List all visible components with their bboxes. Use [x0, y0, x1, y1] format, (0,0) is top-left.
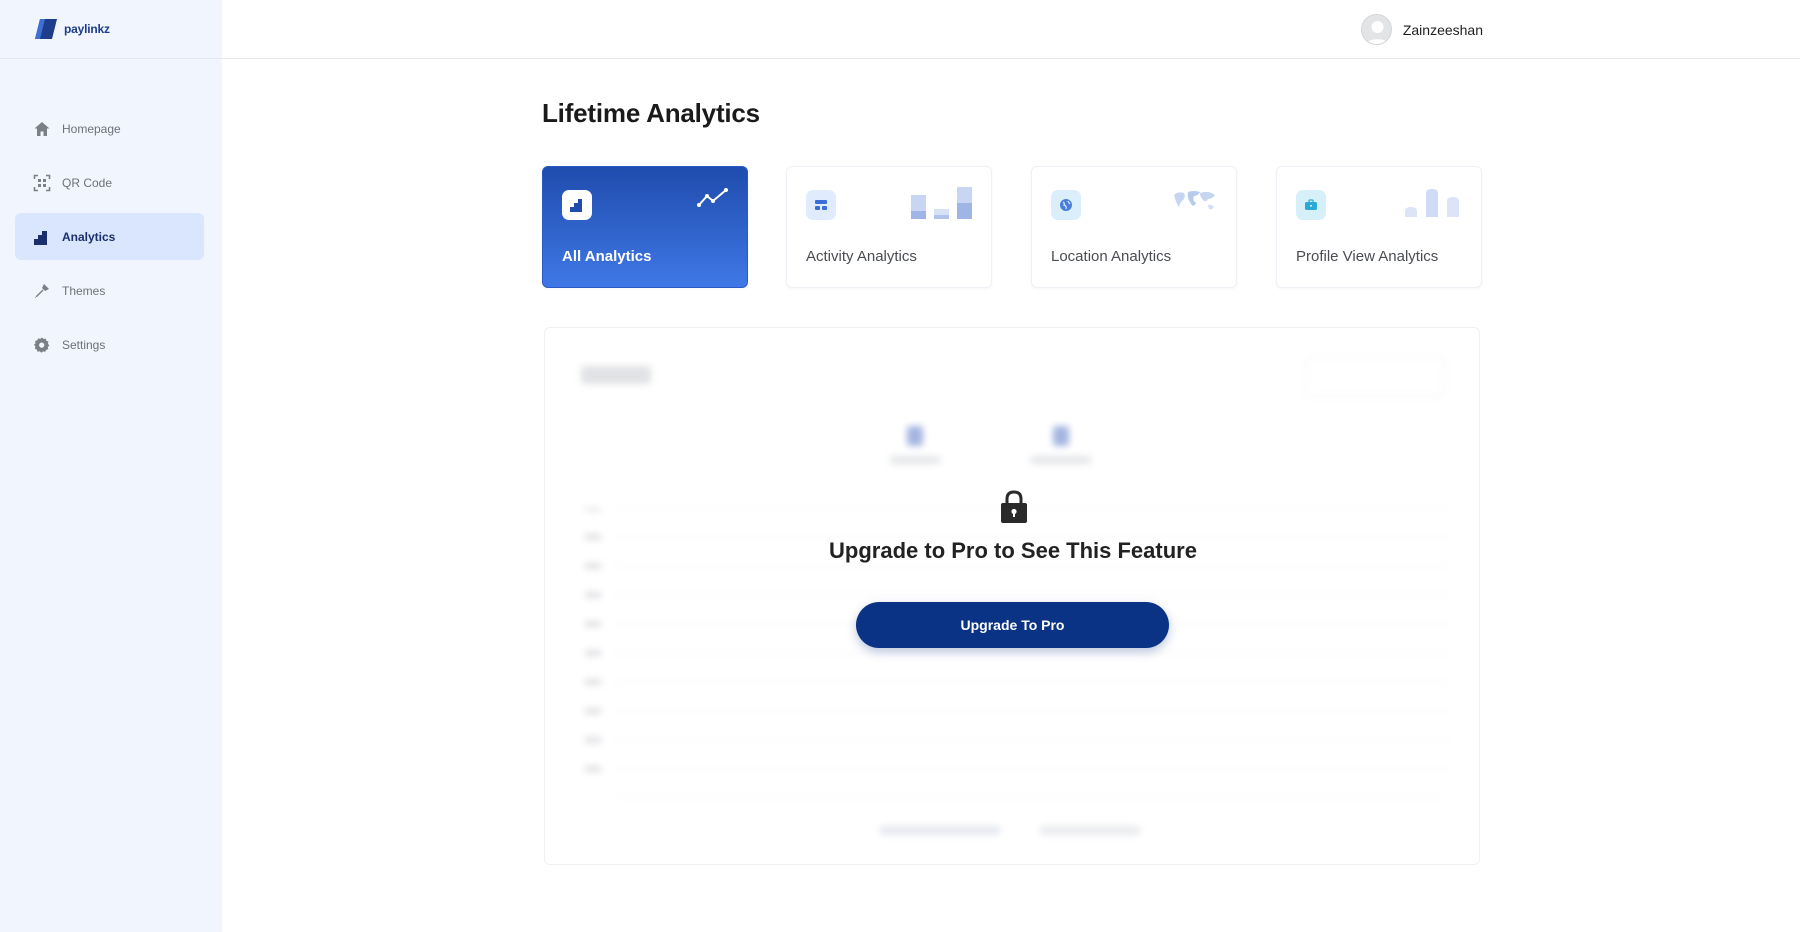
brand[interactable]: paylinkz: [0, 0, 222, 59]
sidebar-item-homepage[interactable]: Homepage: [15, 105, 204, 152]
sidebar: paylinkz Homepage QR Code Analytics Them…: [0, 0, 222, 932]
sidebar-nav: Homepage QR Code Analytics Themes Settin…: [0, 105, 222, 368]
locked-activity-panel: Upgrade to Pro to See This Feature Upgra…: [544, 327, 1480, 865]
sidebar-item-themes[interactable]: Themes: [15, 267, 204, 314]
sidebar-item-label: Themes: [62, 283, 106, 298]
world-map-icon: [1174, 191, 1215, 210]
gear-icon: [33, 336, 51, 354]
chart-steps-icon: [562, 190, 592, 220]
trend-line-icon: [697, 188, 728, 207]
analytics-icon: [33, 228, 51, 246]
briefcase-icon: [1296, 190, 1326, 220]
sidebar-item-label: Settings: [62, 337, 106, 352]
upgrade-to-pro-button[interactable]: Upgrade To Pro: [856, 602, 1169, 648]
card-location-analytics[interactable]: Location Analytics: [1031, 166, 1237, 288]
analytics-cards: All Analytics Activity Analytics Locatio…: [542, 166, 1483, 288]
card-label: All Analytics: [562, 248, 652, 265]
globe-icon: [1051, 190, 1081, 220]
column-chart-icon: [1405, 189, 1459, 217]
paint-brush-icon: [33, 282, 51, 300]
page-title: Lifetime Analytics: [542, 98, 760, 128]
sidebar-item-label: Analytics: [62, 229, 116, 244]
card-activity-analytics[interactable]: Activity Analytics: [786, 166, 992, 288]
card-all-analytics[interactable]: All Analytics: [542, 166, 748, 288]
upgrade-message: Upgrade to Pro to See This Feature: [829, 538, 1197, 563]
card-label: Profile View Analytics: [1296, 248, 1439, 265]
dashboard-icon: [806, 190, 836, 220]
home-icon: [33, 120, 51, 138]
card-label: Location Analytics: [1051, 248, 1172, 265]
qr-code-icon: [33, 174, 51, 192]
paylinkz-logo-icon: [35, 19, 57, 39]
upgrade-overlay: Upgrade to Pro to See This Feature Upgra…: [545, 328, 1479, 864]
brand-name: paylinkz: [64, 22, 110, 36]
top-bar: Zainzeeshan: [222, 0, 1800, 59]
lock-icon: [1001, 490, 1027, 523]
sidebar-item-qr-code[interactable]: QR Code: [15, 159, 204, 206]
sidebar-item-settings[interactable]: Settings: [15, 321, 204, 368]
card-label: Activity Analytics: [806, 248, 917, 265]
card-profile-view-analytics[interactable]: Profile View Analytics: [1276, 166, 1482, 288]
user-avatar-icon: [1360, 14, 1392, 45]
user-menu[interactable]: Zainzeeshan: [1360, 14, 1483, 45]
bar-chart-icon: [911, 187, 972, 219]
username: Zainzeeshan: [1402, 21, 1483, 38]
sidebar-item-label: QR Code: [62, 175, 113, 190]
sidebar-item-analytics[interactable]: Analytics: [15, 213, 204, 260]
sidebar-item-label: Homepage: [62, 121, 121, 136]
